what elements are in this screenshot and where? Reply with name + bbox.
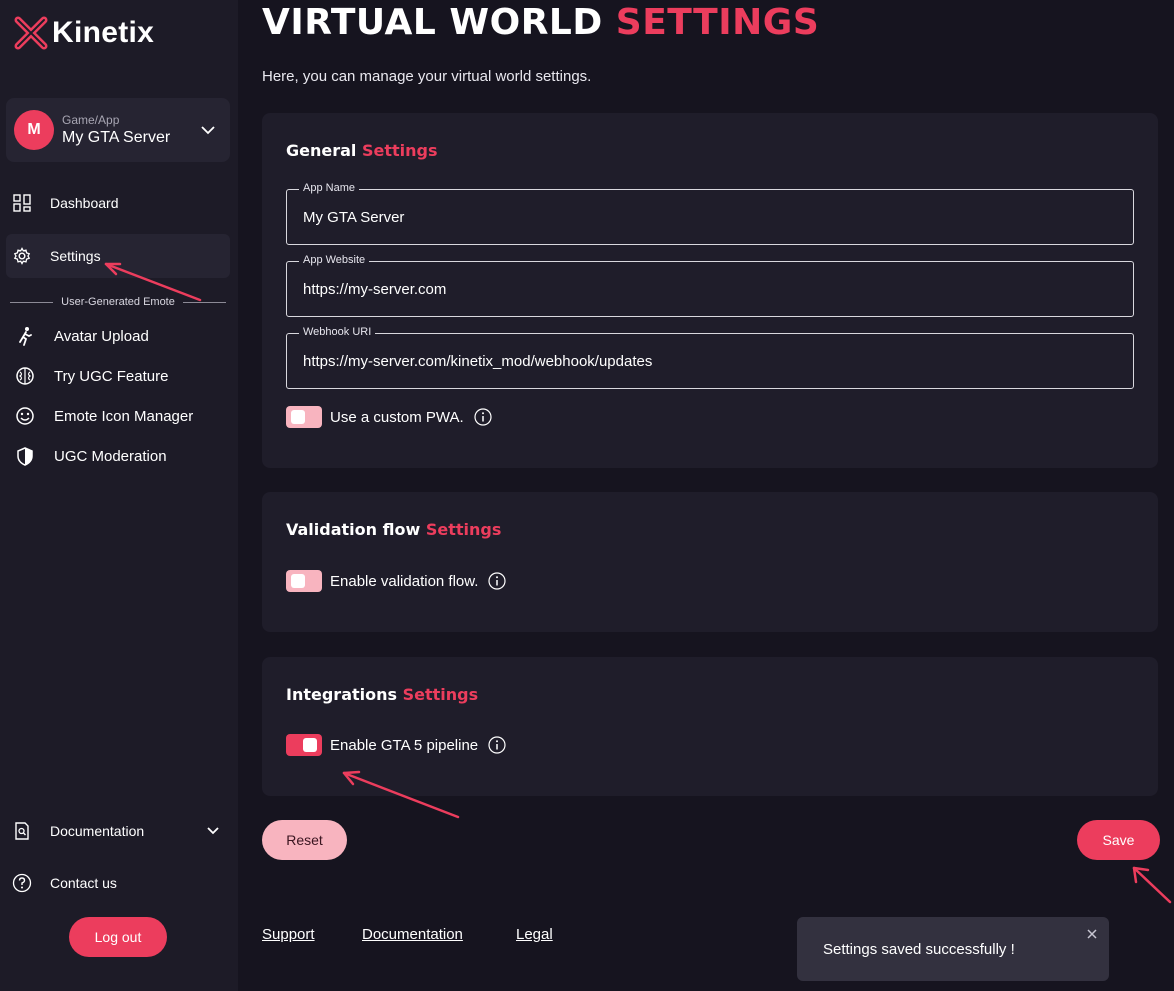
page-subtitle: Here, you can manage your virtual world …: [262, 68, 592, 85]
shield-icon: [14, 445, 36, 467]
page-title-accent: SETTINGS: [615, 2, 820, 43]
logout-button[interactable]: Log out: [69, 917, 167, 957]
toggle-label: Use a custom PWA.: [330, 408, 464, 426]
validation-flow-row: Enable validation flow.: [286, 569, 507, 593]
document-search-icon: [12, 821, 32, 841]
sidebar-item-label: Contact us: [50, 875, 117, 891]
section-title: User-Generated Emote: [61, 296, 175, 308]
info-icon[interactable]: [474, 408, 492, 426]
sidebar-item-label: Emote Icon Manager: [54, 407, 194, 425]
sidebar: Kinetix M Game/App My GTA Server Dashboa…: [0, 0, 238, 991]
sidebar-item-label: Avatar Upload: [54, 327, 149, 345]
kinetix-x-icon: [14, 16, 48, 50]
page-title-main: VIRTUAL WORLD: [262, 2, 603, 43]
app-selector[interactable]: M Game/App My GTA Server: [6, 98, 230, 162]
gta5-pipeline-toggle[interactable]: [286, 734, 322, 756]
toggle-label: Enable validation flow.: [330, 572, 479, 590]
field-label: App Name: [299, 182, 359, 194]
validation-flow-toggle[interactable]: [286, 570, 322, 592]
custom-pwa-toggle[interactable]: [286, 406, 322, 428]
integrations-settings-card: Integrations Settings Enable GTA 5 pipel…: [262, 657, 1158, 796]
chevron-down-icon[interactable]: [206, 824, 220, 838]
sidebar-item-label: Dashboard: [50, 195, 119, 211]
footer-link-legal[interactable]: Legal: [516, 926, 553, 943]
sidebar-item-avatar-upload[interactable]: Avatar Upload: [14, 318, 230, 354]
sidebar-item-emote-icon-manager[interactable]: Emote Icon Manager: [14, 398, 230, 434]
page-title: VIRTUAL WORLD SETTINGS: [262, 2, 819, 43]
sidebar-item-ugc-moderation[interactable]: UGC Moderation: [14, 438, 230, 474]
card-title-main: General: [286, 141, 357, 160]
app-avatar: M: [14, 110, 54, 150]
field-label: Webhook URI: [299, 326, 376, 338]
footer-link-documentation[interactable]: Documentation: [362, 926, 463, 943]
close-icon[interactable]: [1085, 927, 1099, 941]
annotation-arrow-save: [1132, 866, 1172, 904]
footer-link-support[interactable]: Support: [262, 926, 315, 943]
field-label: App Website: [299, 254, 370, 266]
running-person-icon: [14, 325, 36, 347]
sidebar-item-settings[interactable]: Settings: [6, 234, 230, 278]
gear-icon: [12, 246, 32, 266]
app-website-field[interactable]: App Website https://my-server.com: [286, 254, 1134, 317]
gta5-pipeline-row: Enable GTA 5 pipeline: [286, 733, 506, 757]
validation-settings-card: Validation flow Settings Enable validati…: [262, 492, 1158, 632]
help-circle-icon: [12, 873, 32, 893]
reset-button[interactable]: Reset: [262, 820, 347, 860]
card-title: Validation flow Settings: [286, 520, 501, 539]
brand-name: Kinetix: [52, 16, 155, 49]
field-value[interactable]: My GTA Server: [303, 209, 404, 226]
app-caption: Game/App: [62, 113, 120, 127]
sidebar-item-documentation[interactable]: Documentation: [6, 809, 230, 853]
custom-pwa-row: Use a custom PWA.: [286, 405, 492, 429]
sidebar-item-label: Try UGC Feature: [54, 367, 169, 385]
info-icon[interactable]: [488, 572, 507, 590]
sidebar-item-label: Settings: [50, 248, 101, 264]
sidebar-item-contact[interactable]: Contact us: [6, 861, 230, 905]
card-title: General Settings: [286, 141, 438, 160]
toggle-label: Enable GTA 5 pipeline: [330, 736, 479, 754]
sidebar-item-dashboard[interactable]: Dashboard: [6, 181, 230, 225]
app-name: My GTA Server: [62, 129, 171, 146]
save-button[interactable]: Save: [1077, 820, 1160, 860]
card-title-accent: Settings: [402, 685, 479, 704]
sidebar-item-label: UGC Moderation: [54, 447, 167, 465]
brain-icon: [14, 365, 36, 387]
info-icon[interactable]: [488, 736, 506, 754]
sidebar-item-label: Documentation: [50, 823, 145, 839]
card-title: Integrations Settings: [286, 685, 478, 704]
chevron-down-icon[interactable]: [200, 122, 216, 138]
smiley-icon: [14, 405, 36, 427]
card-title-accent: Settings: [425, 520, 502, 539]
toast-message: Settings saved successfully !: [823, 941, 1015, 958]
app-name-field[interactable]: App Name My GTA Server: [286, 182, 1134, 245]
general-settings-card: General Settings App Name My GTA Server …: [262, 113, 1158, 468]
kinetix-logo[interactable]: Kinetix: [14, 16, 154, 50]
sidebar-item-try-ugc[interactable]: Try UGC Feature: [14, 358, 230, 394]
webhook-uri-field[interactable]: Webhook URI https://my-server.com/kineti…: [286, 326, 1134, 389]
field-value[interactable]: https://my-server.com/kinetix_mod/webhoo…: [303, 353, 652, 370]
card-title-accent: Settings: [361, 141, 438, 160]
success-toast: Settings saved successfully !: [797, 917, 1109, 981]
field-value[interactable]: https://my-server.com: [303, 281, 446, 298]
dashboard-icon: [12, 193, 32, 213]
ugc-section-divider: User-Generated Emote: [10, 292, 226, 312]
card-title-main: Integrations: [286, 685, 398, 704]
card-title-main: Validation flow: [286, 520, 421, 539]
